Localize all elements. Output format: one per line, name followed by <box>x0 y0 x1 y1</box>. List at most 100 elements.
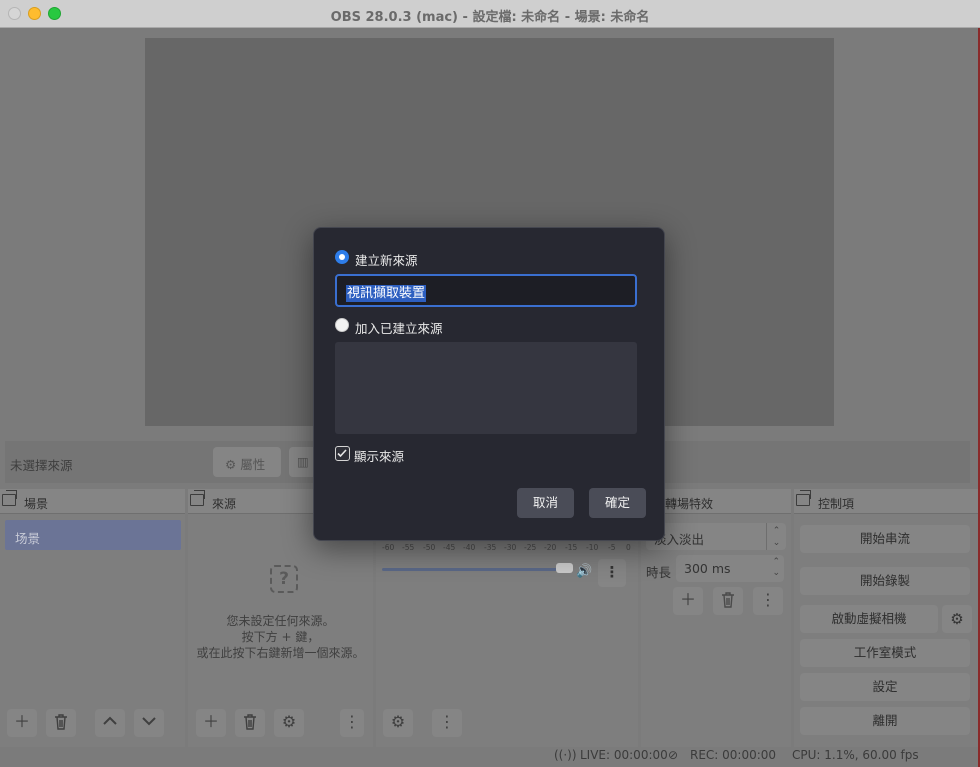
window-title: OBS 28.0.3 (mac) - 設定檔: 未命名 - 場景: 未命名 <box>330 10 650 25</box>
stepper-arrows-icon[interactable]: ⌃ ⌄ <box>772 557 780 579</box>
advanced-audio-settings-button[interactable]: ⚙ <box>383 709 413 737</box>
add-scene-button[interactable]: ＋ <box>7 709 37 737</box>
plus-icon: ＋ <box>202 712 219 731</box>
remove-scene-button[interactable] <box>46 709 76 737</box>
meter-scale: -60 -55 -50 -45 -40 -35 -30 -25 -20 -15 … <box>380 541 634 553</box>
duration-label: 時長 <box>646 565 672 580</box>
trash-icon <box>722 592 734 608</box>
start-streaming-button[interactable]: 開始串流 <box>800 525 970 553</box>
meter-tick-label: -5 <box>608 543 616 552</box>
speaker-icon[interactable]: 🔊 <box>576 564 592 579</box>
properties-label: 屬性 <box>240 457 266 472</box>
trash-icon <box>244 714 256 730</box>
gears-icon: ⚙ <box>390 712 406 731</box>
transition-menu-button[interactable]: ⋮ <box>753 587 783 615</box>
undock-icon[interactable] <box>190 490 205 506</box>
chevron-down-icon <box>142 717 156 726</box>
undock-icon[interactable] <box>796 490 811 506</box>
visible-checkbox[interactable] <box>335 446 350 461</box>
exit-button[interactable]: 離開 <box>800 707 970 735</box>
question-mark-icon: ? <box>270 565 298 593</box>
scenes-dock: 場景 场景 ＋ <box>0 489 185 747</box>
virtual-camera-settings-button[interactable]: ⚙ <box>942 605 972 633</box>
settings-button[interactable]: 設定 <box>800 673 970 701</box>
empty-message-line: 您未設定任何來源。 <box>226 614 335 628</box>
volume-slider[interactable] <box>382 568 568 571</box>
filter-icon: ▥ <box>297 454 309 469</box>
duration-value: 300 ms <box>684 561 731 576</box>
no-source-selected-label: 未選擇來源 <box>10 458 73 473</box>
kebab-menu-icon: ⋮ <box>439 712 455 731</box>
ok-button[interactable]: 確定 <box>589 488 646 518</box>
properties-button[interactable]: ⚙ 屬性 <box>213 447 281 477</box>
gear-icon: ⚙ <box>225 457 237 472</box>
sources-title: 來源 <box>212 497 237 511</box>
meter-tick-label: -60 <box>382 543 395 552</box>
move-scene-up-button[interactable] <box>95 709 125 737</box>
status-bar: ((·)) LIVE: 00:00:00 ⊘ REC: 00:00:00 CPU… <box>0 744 978 767</box>
studio-mode-button[interactable]: 工作室模式 <box>800 639 970 667</box>
add-existing-radio[interactable] <box>335 318 349 332</box>
add-source-button[interactable]: ＋ <box>196 709 226 737</box>
remove-transition-button[interactable] <box>713 587 743 615</box>
meter-tick-label: 0 <box>626 543 631 552</box>
gear-icon: ⚙ <box>281 712 297 731</box>
live-signal-icon: ((·)) <box>554 748 577 762</box>
volume-slider-handle[interactable] <box>556 563 573 573</box>
move-scene-down-button[interactable] <box>134 709 164 737</box>
plus-icon: ＋ <box>13 712 30 731</box>
empty-message-line: 或在此按下右鍵新增一個來源。 <box>196 646 365 660</box>
meter-tick-label: -30 <box>504 543 517 552</box>
source-properties-button[interactable]: ⚙ <box>274 709 304 737</box>
plus-icon: ＋ <box>679 590 696 609</box>
existing-sources-list[interactable] <box>335 342 637 434</box>
cpu-fps: CPU: 1.1%, 60.00 fps <box>792 748 919 762</box>
meter-tick-label: -20 <box>544 543 557 552</box>
source-name-value: 視訊擷取裝置 <box>346 285 427 302</box>
scenes-title: 場景 <box>24 497 49 511</box>
kebab-menu-icon: ⋮ <box>344 712 360 731</box>
kebab-menu-icon: ⋮ <box>760 590 776 609</box>
mixer-channel-menu-button[interactable]: ⋮ <box>598 559 626 587</box>
chevron-up-icon <box>103 716 117 725</box>
start-recording-button[interactable]: 開始錄製 <box>800 567 970 595</box>
empty-message-line: 按下方 + 鍵， <box>241 630 320 644</box>
meter-tick-label: -40 <box>463 543 476 552</box>
controls-title: 控制項 <box>818 497 855 511</box>
visible-label: 顯示來源 <box>354 449 405 464</box>
add-existing-label: 加入已建立來源 <box>355 321 443 336</box>
source-more-button[interactable]: ⋮ <box>340 709 364 737</box>
sources-empty-message: 您未設定任何來源。 按下方 + 鍵， 或在此按下右鍵新增一個來源。 <box>188 613 373 661</box>
meter-tick-label: -45 <box>443 543 456 552</box>
checkmark-icon <box>337 449 347 458</box>
add-transition-button[interactable]: ＋ <box>673 587 703 615</box>
transition-select[interactable]: 淡入淡出 ⌃ ⌄ <box>646 523 786 550</box>
live-time: LIVE: 00:00:00 <box>580 748 668 762</box>
up-down-chevron-icon: ⌃ ⌄ <box>766 523 786 550</box>
scenes-dock-header[interactable]: 場景 <box>0 489 185 514</box>
gear-icon: ⚙ <box>950 610 964 628</box>
title-bar: OBS 28.0.3 (mac) - 設定檔: 未命名 - 場景: 未命名 <box>0 0 980 28</box>
remove-source-button[interactable] <box>235 709 265 737</box>
controls-dock-header[interactable]: 控制項 <box>794 489 978 514</box>
transitions-title: 轉場特效 <box>665 497 714 511</box>
duration-stepper[interactable]: 300 ms ⌃ ⌄ <box>676 555 784 582</box>
rec-time: REC: 00:00:00 <box>690 748 777 762</box>
cancel-button[interactable]: 取消 <box>517 488 574 518</box>
create-new-label: 建立新來源 <box>355 253 418 268</box>
meter-tick-label: -15 <box>565 543 578 552</box>
source-name-input[interactable]: 視訊擷取裝置 <box>335 274 637 307</box>
trash-icon <box>55 714 67 730</box>
controls-dock: 控制項 開始串流 開始錄製 啟動虛擬相機 ⚙ 工作室模式 設定 離開 <box>794 489 978 747</box>
kebab-menu-icon: ⋮ <box>604 563 620 581</box>
meter-tick-label: -35 <box>484 543 497 552</box>
create-new-radio[interactable] <box>335 250 349 264</box>
undock-icon[interactable] <box>2 490 17 506</box>
start-virtual-camera-button[interactable]: 啟動虛擬相機 <box>800 605 938 633</box>
scene-list-item[interactable]: 场景 <box>5 520 181 550</box>
meter-tick-label: -50 <box>423 543 436 552</box>
mixer-menu-button[interactable]: ⋮ <box>432 709 462 737</box>
meter-tick-label: -55 <box>402 543 415 552</box>
rec-icon: ⊘ <box>668 748 679 762</box>
meter-tick-label: -25 <box>524 543 537 552</box>
